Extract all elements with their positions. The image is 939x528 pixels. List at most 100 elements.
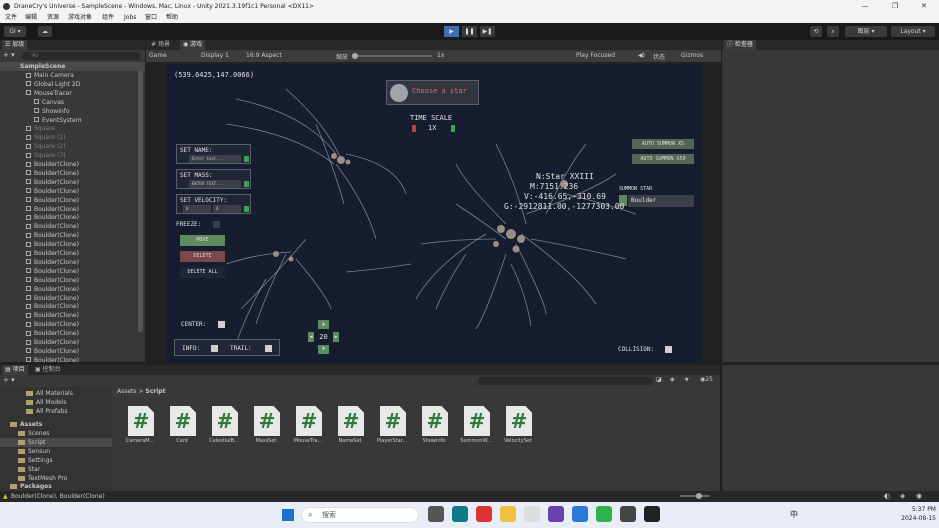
move-button[interactable]: MOVE [180, 235, 225, 246]
hierarchy-item[interactable]: Global Light 2D [26, 80, 80, 89]
script-asset[interactable]: # Card [160, 404, 204, 450]
hierarchy-item[interactable]: Boulder(Clone) [26, 311, 79, 320]
script-asset[interactable]: # MassSet [244, 404, 288, 450]
name-input[interactable]: Enter text... [189, 155, 241, 163]
taskbar-clock[interactable]: 5:37 PM 2024-08-15 [880, 505, 936, 523]
auto-summon-x5-button[interactable]: AUTO SUMMON X5 [632, 139, 694, 149]
menu-jobs[interactable]: Jobs [124, 13, 136, 23]
tab-scene[interactable]: # 场景 [148, 40, 173, 50]
hierarchy-item[interactable]: Square [26, 124, 55, 133]
icon-size-slider[interactable] [680, 495, 710, 497]
filter-by-label-icon[interactable]: ◈ [670, 376, 675, 383]
summon-star-dropdown[interactable]: Boulder [628, 195, 694, 207]
aspect-dropdown[interactable]: 16:9 Aspect [246, 52, 282, 59]
close-button[interactable]: ✕ [909, 0, 939, 13]
menu-edit[interactable]: 编辑 [25, 13, 37, 23]
menu-gameobject[interactable]: 游戏对象 [68, 13, 92, 23]
tab-inspector[interactable]: ⓘ 检查器 [724, 40, 756, 50]
hierarchy-item[interactable]: Boulder(Clone) [26, 160, 79, 169]
breadcrumb-script[interactable]: Script [145, 388, 165, 395]
center-toggle[interactable] [218, 321, 225, 328]
hierarchy-item[interactable]: Boulder(Clone) [26, 187, 79, 196]
project-search-input[interactable] [478, 377, 653, 385]
app-gray-icon[interactable] [524, 506, 540, 522]
time-increase-button[interactable] [451, 125, 455, 132]
account-dropdown[interactable]: GI ▾ [4, 26, 26, 37]
filter-by-type-icon[interactable]: ◪ [656, 376, 662, 383]
hierarchy-item[interactable]: Boulder(Clone) [26, 276, 79, 285]
scale-slider-handle[interactable] [352, 53, 358, 59]
menu-component[interactable]: 组件 [102, 13, 114, 23]
hierarchy-scrollbar[interactable] [138, 70, 143, 332]
hierarchy-item[interactable]: Boulder(Clone) [26, 258, 79, 267]
step-button[interactable]: ▶❚ [480, 26, 495, 37]
mute-audio-icon[interactable]: ◀) [638, 52, 645, 59]
layers-dropdown[interactable]: 图层 ▾ [845, 26, 887, 37]
tree-packages[interactable]: Packages [10, 482, 52, 491]
favorite-item[interactable]: All Models [26, 398, 67, 407]
hierarchy-item[interactable]: Boulder(Clone) [26, 240, 79, 249]
hierarchy-item[interactable]: Boulder(Clone) [26, 302, 79, 311]
task-view-icon[interactable] [428, 506, 444, 522]
favorite-icon[interactable]: ★ [684, 376, 689, 383]
hierarchy-item[interactable]: Boulder(Clone) [26, 347, 79, 356]
search-icon[interactable]: ⌕ [827, 26, 839, 37]
hierarchy-item[interactable]: Square (2) [26, 142, 66, 151]
hierarchy-item[interactable]: Boulder(Clone) [26, 205, 79, 214]
scale-slider[interactable] [352, 55, 432, 57]
display-dropdown[interactable]: Display 1 [201, 52, 229, 59]
app-red-icon[interactable] [476, 506, 492, 522]
app-purple-icon[interactable] [548, 506, 564, 522]
tree-folder[interactable]: Star [18, 465, 40, 474]
script-asset[interactable]: # NameSet [328, 404, 372, 450]
tree-folder[interactable]: Scenes [18, 429, 49, 438]
hierarchy-item[interactable]: EventSystem [34, 116, 82, 125]
script-asset[interactable]: # VelocitySet [496, 404, 540, 450]
zoom-down-button[interactable]: ▼ [318, 345, 329, 354]
hierarchy-item[interactable]: Boulder(Clone) [26, 222, 79, 231]
wechat-icon[interactable] [596, 506, 612, 522]
edge-browser-icon[interactable] [452, 506, 468, 522]
mass-confirm-button[interactable] [244, 181, 249, 187]
velocity-x-input[interactable]: 0 [183, 205, 211, 213]
hierarchy-item[interactable]: Boulder(Clone) [26, 356, 79, 365]
script-asset[interactable]: # ShowInfo [412, 404, 456, 450]
delete-all-button[interactable]: DELETE ALL [180, 267, 225, 278]
stats-toggle[interactable]: 状态 [653, 52, 665, 61]
menu-assets[interactable]: 资源 [47, 13, 59, 23]
name-confirm-button[interactable] [244, 156, 249, 162]
velocity-y-input[interactable]: 0 [213, 205, 241, 213]
icon-size-handle[interactable] [696, 493, 702, 499]
zoom-up-button[interactable]: ▲ [318, 320, 329, 329]
tree-folder[interactable]: Script [0, 438, 112, 447]
zoom-right-button[interactable]: ▶ [333, 332, 339, 342]
tab-game[interactable]: ◉ 游戏 [180, 40, 206, 50]
tab-console[interactable]: ▣ 控制台 [32, 365, 64, 375]
zoom-left-button[interactable]: ◀ [308, 332, 314, 342]
tree-folder[interactable]: Sensun [18, 447, 50, 456]
tree-assets[interactable]: Assets [10, 420, 42, 429]
hierarchy-add-button[interactable]: + ▾ [3, 51, 15, 60]
start-icon[interactable] [282, 509, 294, 521]
auto-summon-x50-button[interactable]: AUTO SUMMON X50 [632, 154, 694, 164]
hierarchy-item[interactable]: MouseTracer [26, 89, 72, 98]
minimize-button[interactable]: — [850, 0, 880, 13]
script-asset[interactable]: # CelestialB... [202, 404, 246, 450]
hierarchy-item[interactable]: Boulder(Clone) [26, 196, 79, 205]
hierarchy-item[interactable]: Square (3) [26, 151, 66, 160]
play-focused-dropdown[interactable]: Play Focused [576, 52, 615, 59]
game-mode-dropdown[interactable]: Game [149, 52, 167, 59]
tab-project[interactable]: ▤ 项目 [2, 365, 28, 375]
menu-help[interactable]: 帮助 [166, 13, 178, 23]
script-asset[interactable]: # CameraM... [118, 404, 162, 450]
hierarchy-item[interactable]: Boulder(Clone) [26, 213, 79, 222]
script-asset[interactable]: # MouseTra... [286, 404, 330, 450]
game-view[interactable]: (539.6425,147.0066) Choose a star TIME S… [166, 64, 701, 363]
maximize-button[interactable]: ❐ [880, 0, 910, 13]
hierarchy-item[interactable]: Boulder(Clone) [26, 178, 79, 187]
history-icon[interactable]: ⟲ [810, 26, 822, 37]
script-asset[interactable]: # SummonW... [454, 404, 498, 450]
hierarchy-item[interactable]: Boulder(Clone) [26, 320, 79, 329]
info-toggle[interactable] [211, 345, 218, 352]
hierarchy-item[interactable]: Boulder(Clone) [26, 267, 79, 276]
